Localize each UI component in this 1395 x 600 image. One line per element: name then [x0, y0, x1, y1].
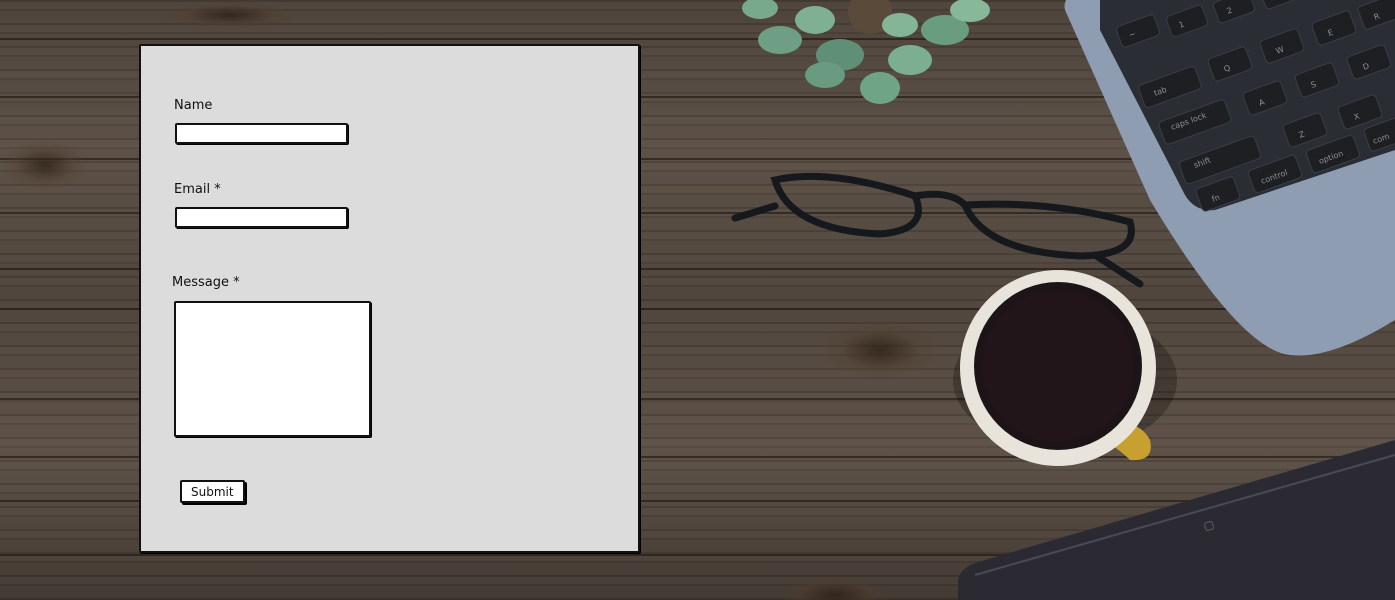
message-label: Message * — [172, 275, 240, 290]
submit-button[interactable]: Submit — [180, 480, 245, 503]
glasses-icon — [731, 172, 1144, 288]
contact-form-card: Name Email * Message * Submit — [139, 44, 640, 553]
plant-icon — [742, 0, 990, 104]
coffee-cup-icon — [953, 270, 1177, 466]
name-input[interactable] — [175, 123, 348, 144]
message-textarea[interactable] — [174, 301, 371, 437]
tablet-icon — [958, 440, 1395, 600]
email-input[interactable] — [175, 207, 348, 228]
email-label: Email * — [174, 182, 221, 197]
name-label: Name — [174, 98, 213, 113]
